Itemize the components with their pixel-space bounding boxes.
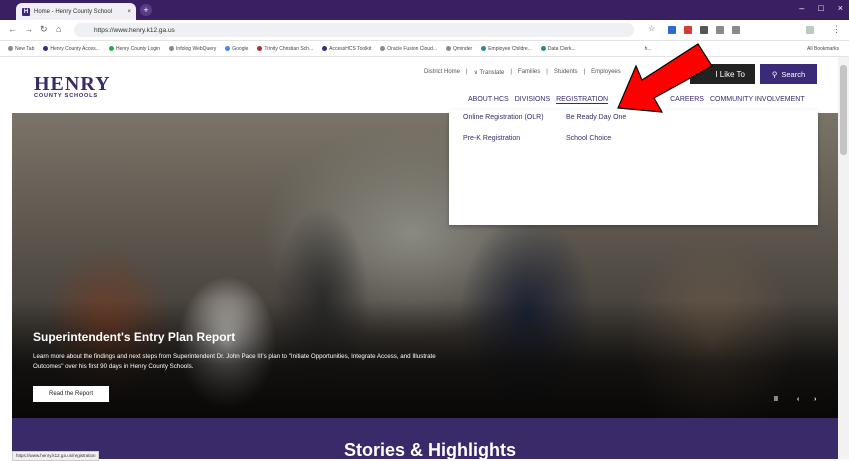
url-text: https://www.henry.k12.ga.us [94, 26, 175, 34]
logo-main-text: HENRY [34, 73, 111, 95]
extension-icon[interactable] [684, 26, 692, 34]
bookmark-item[interactable]: Henry County Login [108, 46, 160, 52]
home-icon[interactable]: ⌂ [56, 24, 61, 34]
carousel-prev-button[interactable]: ‹ [797, 396, 799, 403]
profile-avatar[interactable] [806, 26, 814, 34]
tab-close-icon[interactable]: × [127, 9, 131, 15]
bookmarks-bar: New Tab Henry County Acces... Henry Coun… [0, 41, 849, 57]
nav-divisions[interactable]: DIVISIONS [515, 96, 550, 104]
dropdown-pre-k-registration[interactable]: Pre-K Registration [463, 135, 520, 142]
utility-nav-families[interactable]: Families [518, 69, 540, 76]
all-bookmarks[interactable]: All Bookmarks [807, 46, 839, 52]
red-arrow-annotation [617, 43, 713, 113]
bookmark-item[interactable]: Employee Childre... [481, 46, 532, 52]
window-controls: – □ × [799, 3, 843, 13]
bookmark-item[interactable]: Oracle Fusion Cloud... [380, 46, 437, 52]
extension-icon[interactable] [700, 26, 708, 34]
search-button[interactable]: ⚲ Search [760, 64, 817, 84]
stories-title: Stories & Highlights [343, 440, 516, 460]
utility-nav-students[interactable]: Students [554, 69, 578, 76]
new-tab-button[interactable]: + [140, 4, 152, 16]
back-icon[interactable]: ← [8, 24, 17, 34]
forward-icon[interactable]: → [24, 24, 33, 34]
extension-icon[interactable] [668, 26, 676, 34]
bookmark-item[interactable]: Trinity Christian Sch... [257, 46, 313, 52]
utility-nav: District Home | ∨ Translate | Families | St… [424, 69, 621, 76]
read-report-button[interactable]: Read the Report [33, 386, 109, 402]
reload-icon[interactable]: ↻ [40, 24, 48, 35]
search-label: Search [781, 69, 806, 79]
extension-icon[interactable] [716, 26, 724, 34]
minimize-button[interactable]: – [799, 3, 804, 13]
dropdown-online-registration[interactable]: Online Registration (OLR) [463, 114, 544, 121]
carousel-pause-button[interactable]: II [774, 396, 778, 403]
hero-description: Learn more about the findings and next s… [33, 353, 436, 370]
bookmark-item[interactable]: Qminder [446, 46, 472, 52]
carousel-next-button[interactable]: › [814, 396, 816, 403]
red-arrow-shape [617, 43, 713, 113]
browser-menu-icon[interactable]: ⋮ [832, 24, 841, 35]
bookmark-item[interactable]: Data Clerk... [540, 46, 576, 52]
translate-icon: ∨ [473, 70, 478, 76]
browser-tab[interactable]: H Home - Henry County School × [16, 3, 136, 20]
tab-title: Home - Henry County School [34, 8, 113, 15]
bookmark-item[interactable]: Henry County Acces... [43, 46, 100, 52]
nav-community-involvement[interactable]: COMMUNITY INVOLVEMENT [710, 96, 805, 104]
dropdown-school-choice[interactable]: School Choice [566, 135, 611, 142]
maximize-button[interactable]: □ [818, 3, 823, 13]
bookmark-item[interactable]: AccessHCS Toolkit [322, 46, 371, 52]
nav-about-hcs[interactable]: ABOUT HCS [468, 96, 509, 104]
bookmark-star-icon[interactable]: ☆ [648, 24, 655, 33]
search-icon: ⚲ [771, 69, 778, 79]
close-window-button[interactable]: × [838, 3, 843, 13]
bookmark-item[interactable]: New Tab [8, 46, 34, 52]
bookmark-item[interactable]: Infolog WebQuery [169, 46, 216, 52]
scrollbar-thumb[interactable] [840, 65, 847, 155]
hero-title: Superintendent's Entry Plan Report [33, 330, 236, 344]
utility-nav-translate[interactable]: ∨ Translate [474, 69, 505, 76]
bookmark-item[interactable]: Google [225, 46, 248, 52]
tab-favicon: H [22, 7, 30, 16]
url-field[interactable]: https://www.henry.k12.ga.us [74, 23, 634, 37]
status-bar-url: https://www.henry.k12.ga.us/registration [12, 451, 100, 461]
site-logo[interactable]: HENRY COUNTY SCHOOLS [34, 73, 111, 99]
extension-icon[interactable] [732, 26, 740, 34]
utility-nav-district-home[interactable]: District Home [424, 69, 460, 76]
